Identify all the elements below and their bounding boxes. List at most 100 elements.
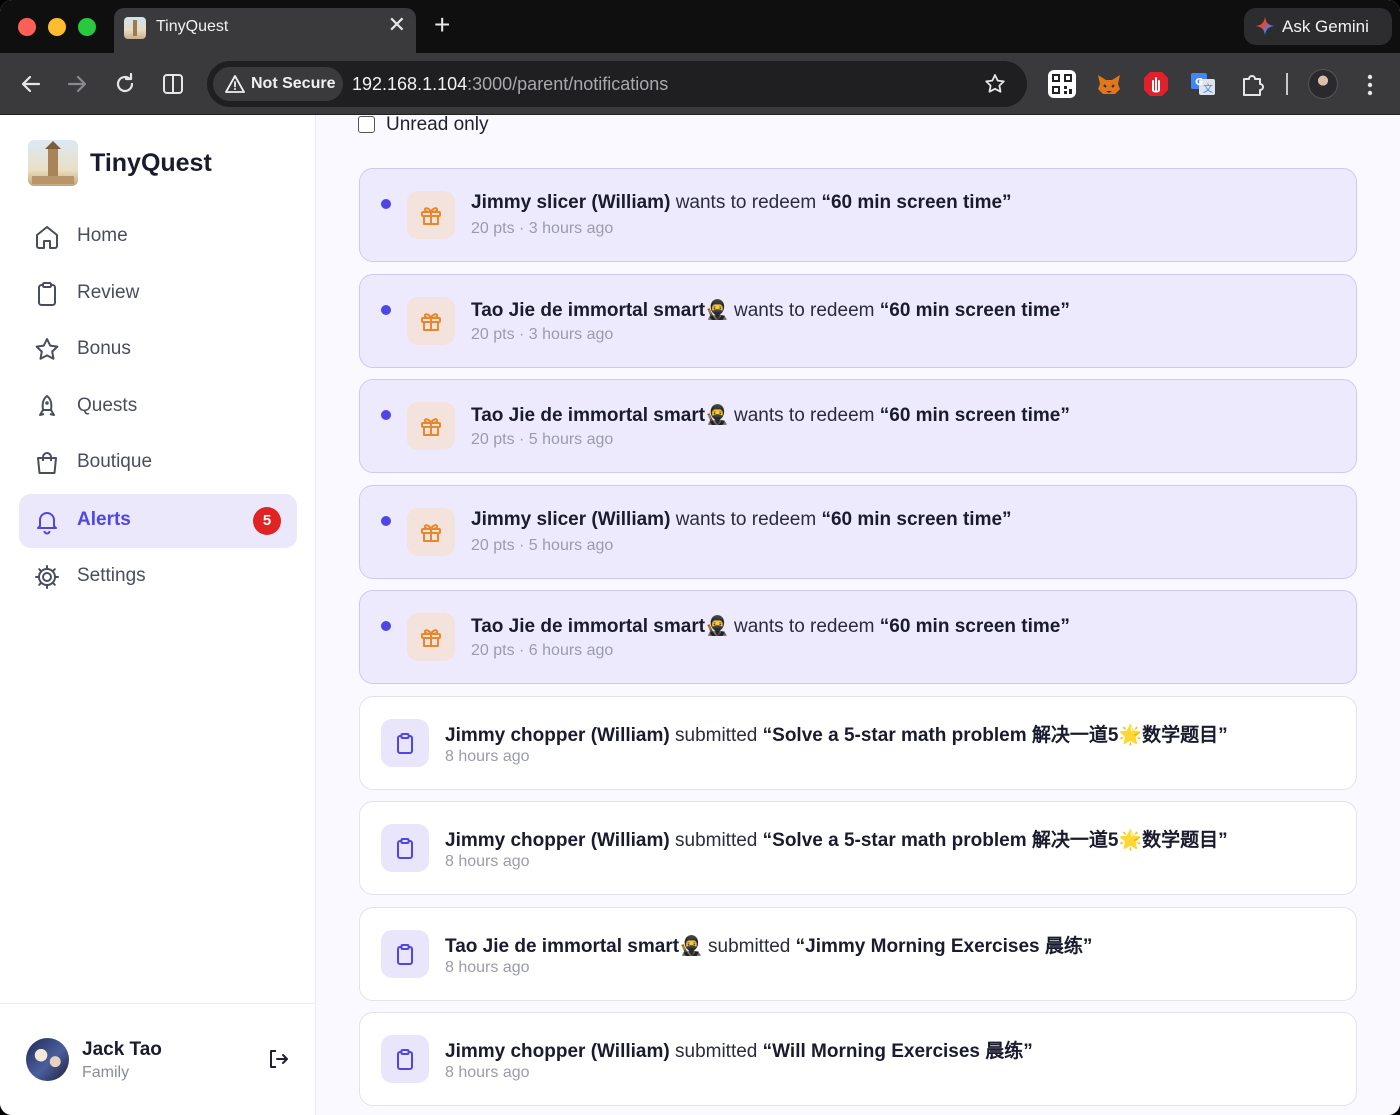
unread-dot [381, 621, 391, 631]
sidebar-item-review[interactable]: Review [19, 267, 297, 321]
notification-actor: Tao Jie de immortal smart🥷 [471, 299, 729, 321]
not-secure-label: Not Secure [251, 75, 336, 92]
notification-actor: Jimmy slicer (William) [471, 192, 671, 213]
gift-icon-box [407, 191, 455, 239]
notification-card[interactable]: Tao Jie de immortal smart🥷 wants to rede… [359, 379, 1357, 473]
ask-gemini-button[interactable]: Ask Gemini [1244, 8, 1392, 45]
logout-icon[interactable] [266, 1047, 290, 1071]
toolbar-separator [1286, 73, 1288, 95]
app-name: TinyQuest [90, 149, 212, 177]
gift-icon [421, 312, 441, 331]
unread-dot [381, 515, 391, 526]
notification-actor: Jimmy chopper (William) [445, 830, 670, 851]
sidebar-item-boutique[interactable]: Boutique [19, 436, 297, 490]
unread-only-checkbox[interactable] [358, 116, 375, 133]
fox-extension-icon[interactable] [1095, 70, 1123, 98]
notification-verb: submitted [675, 1041, 758, 1062]
notification-card[interactable]: Jimmy chopper (William) submitted “Will … [359, 1012, 1357, 1106]
sidebar-item-quests[interactable]: Quests [19, 380, 297, 434]
bookmark-star-icon[interactable] [983, 72, 1007, 96]
notification-verb: wants to redeem [675, 192, 817, 213]
notification-actor: Jimmy chopper (William) [445, 724, 670, 746]
gear-icon [35, 565, 59, 589]
gift-icon [421, 207, 441, 225]
ask-gemini-label: Ask Gemini [1282, 17, 1369, 36]
notification-verb: wants to redeem [734, 299, 875, 321]
notification-target: “60 min screen time” [879, 405, 1070, 426]
tab-close-icon[interactable]: ✕ [388, 14, 406, 36]
gift-icon-box [407, 296, 455, 345]
back-arrow-icon[interactable] [15, 68, 47, 100]
bell-icon [37, 512, 57, 535]
notification-text: Jimmy slicer (William) wants to redeem “… [471, 509, 1012, 531]
url-path: :3000/parent/notifications [467, 74, 669, 94]
close-window-button[interactable] [18, 18, 36, 36]
gift-icon [421, 523, 441, 542]
notification-verb: submitted [675, 830, 758, 851]
sidebar-item-alerts[interactable]: Alerts 5 [19, 494, 297, 548]
unread-dot [381, 304, 391, 315]
clipboard-icon [397, 1049, 413, 1070]
profile-avatar[interactable] [1308, 69, 1338, 99]
browser-window: TinyQuest ✕ + Ask Gemini Not Secure 192.… [0, 0, 1400, 1115]
sidebar-item-label: Quests [77, 395, 138, 416]
site-security-chip[interactable]: Not Secure [213, 67, 343, 101]
translate-extension-icon[interactable]: G文 [1189, 70, 1217, 98]
unread-only-label: Unread only [386, 115, 489, 135]
notification-target: “Jimmy Morning Exercises 晨练” [795, 935, 1093, 957]
clipboard-icon [397, 943, 413, 965]
clipboard-icon [38, 282, 56, 306]
notification-card[interactable]: Jimmy chopper (William) submitted “Solve… [359, 695, 1357, 790]
notification-verb: wants to redeem [734, 405, 875, 426]
reload-icon[interactable] [109, 68, 141, 100]
url-host: 192.168.1.104 [352, 74, 468, 94]
notification-target: “Will Morning Exercises 晨练” [762, 1041, 1033, 1062]
gemini-sparkle-icon [1255, 16, 1275, 36]
split-view-icon[interactable] [157, 68, 189, 100]
warning-icon [225, 75, 245, 93]
more-menu-icon[interactable] [1360, 71, 1380, 99]
tab-strip: TinyQuest ✕ + Ask Gemini [0, 0, 1400, 53]
gift-icon [421, 629, 441, 647]
clipboard-icon-box [381, 1035, 429, 1083]
user-role: Family [82, 1064, 130, 1081]
tab-title: TinyQuest [156, 18, 229, 35]
notification-card[interactable]: Tao Jie de immortal smart🥷 wants to rede… [359, 590, 1357, 684]
notification-card[interactable]: Tao Jie de immortal smart🥷 wants to rede… [359, 273, 1357, 368]
sidebar-item-label: Alerts [77, 509, 131, 530]
notification-meta: 8 hours ago [445, 853, 530, 870]
maximize-window-button[interactable] [78, 18, 96, 36]
url-text[interactable]: 192.168.1.104:3000/parent/notifications [352, 74, 668, 95]
sidebar-item-settings[interactable]: Settings [19, 550, 297, 604]
minimize-window-button[interactable] [48, 18, 66, 36]
sidebar-item-bonus[interactable]: Bonus [19, 323, 297, 377]
notification-text: Jimmy slicer (William) wants to redeem “… [471, 192, 1012, 214]
star-icon [35, 338, 59, 360]
notification-card[interactable]: Jimmy chopper (William) submitted “Solve… [359, 801, 1357, 895]
svg-text:G: G [1195, 77, 1203, 88]
notification-meta: 20 pts · 3 hours ago [471, 220, 614, 237]
notification-card[interactable]: Jimmy slicer (William) wants to redeem “… [359, 484, 1357, 579]
new-tab-button[interactable]: + [434, 10, 450, 40]
gift-icon-box [407, 402, 455, 450]
browser-tab[interactable]: TinyQuest ✕ [114, 8, 416, 53]
notification-verb: wants to redeem [734, 616, 875, 637]
notification-card[interactable]: Tao Jie de immortal smart🥷 submitted “Ji… [359, 906, 1357, 1001]
gift-icon-box [407, 613, 455, 661]
browser-toolbar: Not Secure 192.168.1.104:3000/parent/not… [0, 53, 1400, 115]
notification-card[interactable]: Jimmy slicer (William) wants to redeem “… [359, 168, 1357, 262]
forward-arrow-icon[interactable] [61, 68, 93, 100]
qr-code-extension-icon[interactable] [1048, 70, 1076, 98]
notification-text: Tao Jie de immortal smart🥷 submitted “Ji… [445, 931, 1092, 958]
puzzle-extensions-icon[interactable] [1238, 70, 1266, 98]
notification-actor: Jimmy chopper (William) [445, 1041, 670, 1062]
notification-meta: 20 pts · 5 hours ago [471, 431, 614, 448]
gift-icon-box [407, 507, 455, 556]
notification-text: Tao Jie de immortal smart🥷 wants to rede… [471, 403, 1070, 427]
notification-meta: 20 pts · 3 hours ago [471, 325, 614, 343]
notification-target: “Solve a 5-star math problem 解决一道5🌟数学题目” [762, 830, 1228, 851]
address-bar[interactable]: Not Secure 192.168.1.104:3000/parent/not… [207, 61, 1027, 107]
sidebar-item-home[interactable]: Home [19, 210, 297, 264]
clipboard-icon-box [381, 929, 429, 978]
stop-hand-extension-icon[interactable] [1142, 70, 1170, 98]
